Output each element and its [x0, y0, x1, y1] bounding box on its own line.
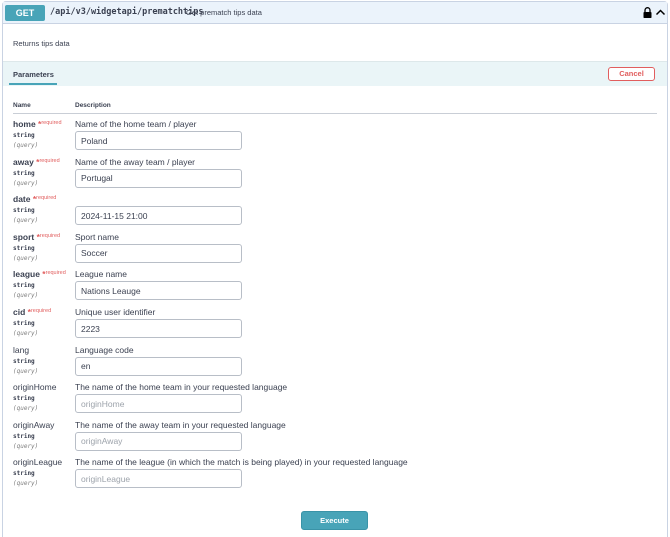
parameter-name: date *required [13, 194, 56, 204]
parameter-name-text: originAway [13, 419, 55, 430]
parameter-type: string [13, 207, 35, 215]
parameters-header: Parameters Cancel [3, 61, 667, 86]
league-input[interactable] [75, 281, 242, 301]
parameter-location: (query) [13, 254, 39, 262]
parameter-name-text: lang [13, 344, 30, 355]
tab-active-indicator [9, 83, 57, 85]
parameter-description: League name [75, 269, 127, 280]
tab-parameters[interactable]: Parameters [13, 70, 54, 79]
parameter-location: (query) [13, 217, 39, 225]
operation-description: Returns tips data [13, 39, 70, 48]
required-star: * [39, 269, 46, 280]
parameter-description: Unique user identifier [75, 307, 156, 317]
parameter-name-text: sport [13, 231, 35, 242]
parameter-description: Name of the home team / player [75, 119, 197, 129]
away-input[interactable] [75, 168, 242, 188]
parameter-name-text: originHome [13, 382, 57, 393]
parameter-description: The name of the home team in your reques… [75, 382, 288, 393]
cancel-button[interactable]: Cancel [608, 67, 655, 81]
originaway-input[interactable] [75, 431, 242, 451]
parameter-type: string [13, 244, 35, 252]
parameter-location: (query) [13, 330, 39, 337]
chevron-up-icon[interactable] [655, 7, 666, 18]
parameter-location: (query) [13, 292, 39, 300]
lang-input[interactable] [75, 356, 242, 376]
parameter-location: (query) [13, 442, 39, 450]
parameter-name: away *required [13, 157, 60, 167]
parameter-name: home *required [13, 119, 62, 129]
parameter-description: Name of the away team / player [75, 156, 196, 167]
parameter-name-text: league [13, 269, 40, 280]
parameter-name: originLeague [13, 457, 62, 467]
parameter-type: string [13, 470, 35, 478]
sport-input[interactable] [75, 243, 242, 263]
date-input[interactable] [75, 206, 242, 226]
lock-icon[interactable] [643, 7, 652, 18]
parameter-name: originHome [13, 382, 56, 392]
cid-input[interactable] [75, 319, 242, 338]
originhome-input[interactable] [75, 394, 242, 414]
parameter-type: string [13, 132, 35, 139]
required-label: required [30, 308, 52, 314]
parameter-name: league *required [13, 269, 66, 279]
parameter-name: sport *required [13, 232, 60, 242]
parameter-type: string [13, 169, 35, 177]
home-input[interactable] [75, 131, 242, 150]
parameter-description: The name of the away team in your reques… [75, 419, 286, 430]
endpoint-path: /api/v3/widgetapi/prematchtips [50, 7, 204, 17]
parameter-type: string [13, 395, 35, 403]
header-divider [13, 113, 657, 114]
required-label: required [41, 120, 62, 126]
parameter-type: string [13, 432, 35, 440]
parameter-name: lang [13, 345, 29, 355]
endpoint-summary: Get prematch tips data [186, 8, 262, 17]
operation-summary[interactable]: GET /api/v3/widgetapi/prematchtips Get p… [3, 2, 667, 24]
parameter-location: (query) [13, 480, 39, 488]
required-label: required [39, 157, 60, 164]
parameter-description: Sport name [75, 231, 119, 242]
execute-button[interactable]: Execute [301, 511, 368, 530]
column-header-description: Description [75, 102, 111, 109]
parameter-location: (query) [13, 367, 39, 375]
parameter-description: Language code [75, 344, 134, 355]
parameter-description: The name of the league (in which the mat… [75, 457, 408, 468]
parameter-name: originAway [13, 420, 54, 430]
column-header-name: Name [13, 102, 31, 109]
operation-block: GET /api/v3/widgetapi/prematchtips Get p… [2, 1, 668, 537]
parameter-name-text: originLeague [13, 457, 63, 468]
parameter-type: string [13, 320, 35, 327]
parameter-name-text: cid [13, 307, 26, 317]
required-label: required [39, 232, 61, 239]
parameter-type: string [13, 357, 35, 365]
parameter-location: (query) [13, 405, 39, 413]
parameter-name: cid *required [13, 307, 51, 317]
parameter-name-text: date [13, 194, 31, 205]
required-label: required [36, 195, 57, 202]
parameter-name-text: home [13, 119, 36, 129]
http-method-badge: GET [5, 5, 45, 21]
parameter-type: string [13, 282, 35, 290]
parameter-name-text: away [13, 156, 34, 167]
parameter-location: (query) [13, 179, 39, 187]
required-label: required [45, 270, 66, 277]
originleague-input[interactable] [75, 469, 242, 489]
parameter-location: (query) [13, 142, 39, 149]
